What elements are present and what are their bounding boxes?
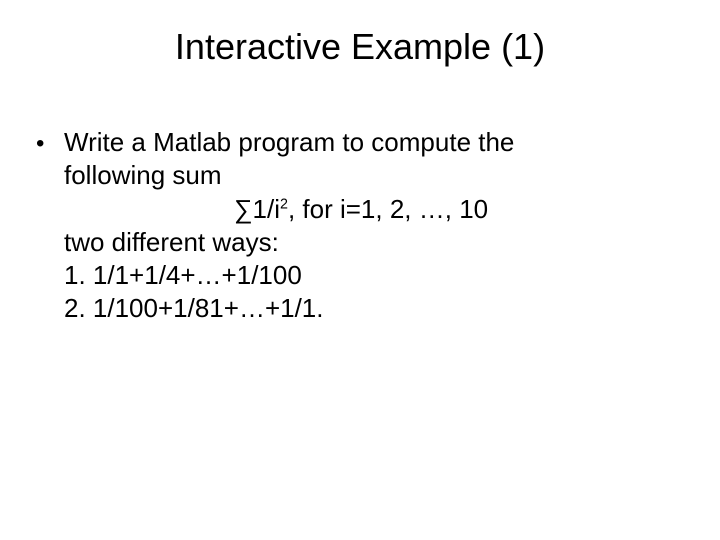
enum-item-2: 2. 1/100+1/81+…+1/1. <box>64 292 680 325</box>
ways-line: two different ways: <box>64 226 680 259</box>
bullet-item: • Write a Matlab program to compute the … <box>36 126 680 193</box>
lead-line-1: Write a Matlab program to compute the <box>64 127 514 157</box>
formula-prefix: ∑1/i <box>234 194 280 224</box>
indent-block: ∑1/i2, for i=1, 2, …, 10 two different w… <box>36 193 680 326</box>
bullet-text: Write a Matlab program to compute the fo… <box>64 126 680 193</box>
formula-line: ∑1/i2, for i=1, 2, …, 10 <box>64 193 680 226</box>
slide-body: • Write a Matlab program to compute the … <box>0 78 720 326</box>
slide: Interactive Example (1) • Write a Matlab… <box>0 0 720 540</box>
slide-title: Interactive Example (1) <box>0 0 720 78</box>
lead-line-2: following sum <box>64 160 222 190</box>
enum-item-1: 1. 1/1+1/4+…+1/100 <box>64 259 680 292</box>
formula-exponent: 2 <box>280 196 288 212</box>
bullet-marker: • <box>36 126 64 160</box>
formula-suffix: , for i=1, 2, …, 10 <box>288 194 488 224</box>
